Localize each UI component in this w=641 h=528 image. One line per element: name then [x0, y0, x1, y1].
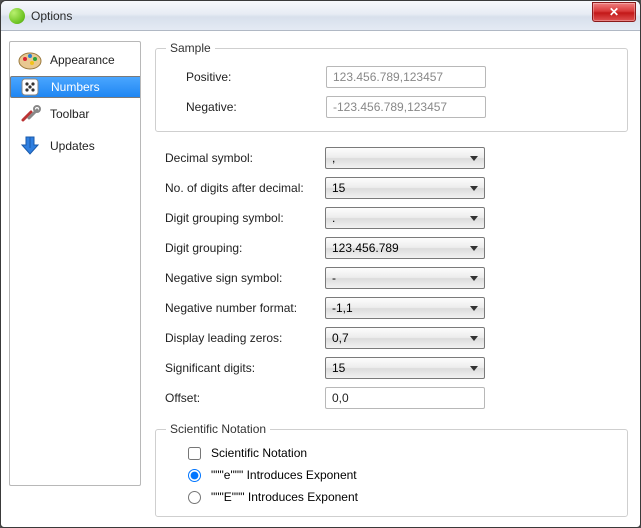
negative-value: [326, 96, 486, 118]
close-button[interactable]: ✕: [592, 2, 636, 22]
dice-icon: [17, 73, 45, 101]
tools-icon: [16, 100, 44, 128]
leading-zeros-select[interactable]: 0,7: [325, 327, 485, 349]
grouping-symbol-label: Digit grouping symbol:: [165, 211, 325, 225]
decimal-symbol-select[interactable]: ,: [325, 147, 485, 169]
offset-label: Offset:: [165, 391, 325, 405]
app-icon: [9, 8, 25, 24]
leading-zeros-label: Display leading zeros:: [165, 331, 325, 345]
digit-grouping-label: Digit grouping:: [165, 241, 325, 255]
positive-label: Positive:: [166, 70, 326, 84]
sig-digits-select[interactable]: 15: [325, 357, 485, 379]
window-body: Appearance Numbers Toolbar: [1, 31, 640, 527]
exponent-upper-e-label: """E""" Introduces Exponent: [211, 490, 358, 504]
sci-notation-check-label: Scientific Notation: [211, 446, 307, 460]
offset-input[interactable]: [325, 387, 485, 409]
neg-format-select[interactable]: -1,1: [325, 297, 485, 319]
neg-format-label: Negative number format:: [165, 301, 325, 315]
sidebar-item-updates[interactable]: Updates: [10, 130, 140, 162]
sidebar-item-toolbar[interactable]: Toolbar: [10, 98, 140, 130]
sci-notation-group: Scientific Notation Scientific Notation …: [155, 422, 628, 517]
sidebar-item-label: Toolbar: [50, 107, 89, 121]
decimal-symbol-label: Decimal symbol:: [165, 151, 325, 165]
sci-legend: Scientific Notation: [166, 422, 270, 436]
number-settings: Decimal symbol: , No. of digits after de…: [155, 142, 628, 414]
sig-digits-label: Significant digits:: [165, 361, 325, 375]
palette-icon: [16, 46, 44, 74]
digits-after-label: No. of digits after decimal:: [165, 181, 325, 195]
sample-legend: Sample: [166, 41, 215, 55]
download-arrow-icon: [16, 132, 44, 160]
sidebar-list: Appearance Numbers Toolbar: [9, 41, 141, 486]
digits-after-select[interactable]: 15: [325, 177, 485, 199]
sidebar-item-numbers[interactable]: Numbers: [10, 76, 141, 98]
options-window: Options ✕ Appearance Numbers: [0, 0, 641, 528]
exponent-lower-e-label: """e""" Introduces Exponent: [211, 468, 357, 482]
neg-sign-select[interactable]: -: [325, 267, 485, 289]
sidebar-item-label: Numbers: [51, 80, 100, 94]
title-bar: Options ✕: [1, 1, 640, 31]
negative-label: Negative:: [166, 100, 326, 114]
grouping-symbol-select[interactable]: .: [325, 207, 485, 229]
exponent-lower-e-radio[interactable]: [188, 469, 201, 482]
positive-value: [326, 66, 486, 88]
sidebar-item-label: Appearance: [50, 53, 115, 67]
exponent-upper-e-radio[interactable]: [188, 491, 201, 504]
sidebar: Appearance Numbers Toolbar: [1, 31, 149, 527]
sample-group: Sample Positive: Negative:: [155, 41, 628, 132]
neg-sign-label: Negative sign symbol:: [165, 271, 325, 285]
sci-notation-checkbox[interactable]: [188, 447, 201, 460]
sidebar-item-label: Updates: [50, 139, 95, 153]
digit-grouping-select[interactable]: 123.456.789: [325, 237, 485, 259]
window-title: Options: [31, 9, 592, 23]
sidebar-item-appearance[interactable]: Appearance: [10, 44, 140, 76]
close-icon: ✕: [609, 6, 619, 18]
main-panel: Sample Positive: Negative: Decimal symbo…: [149, 31, 640, 527]
